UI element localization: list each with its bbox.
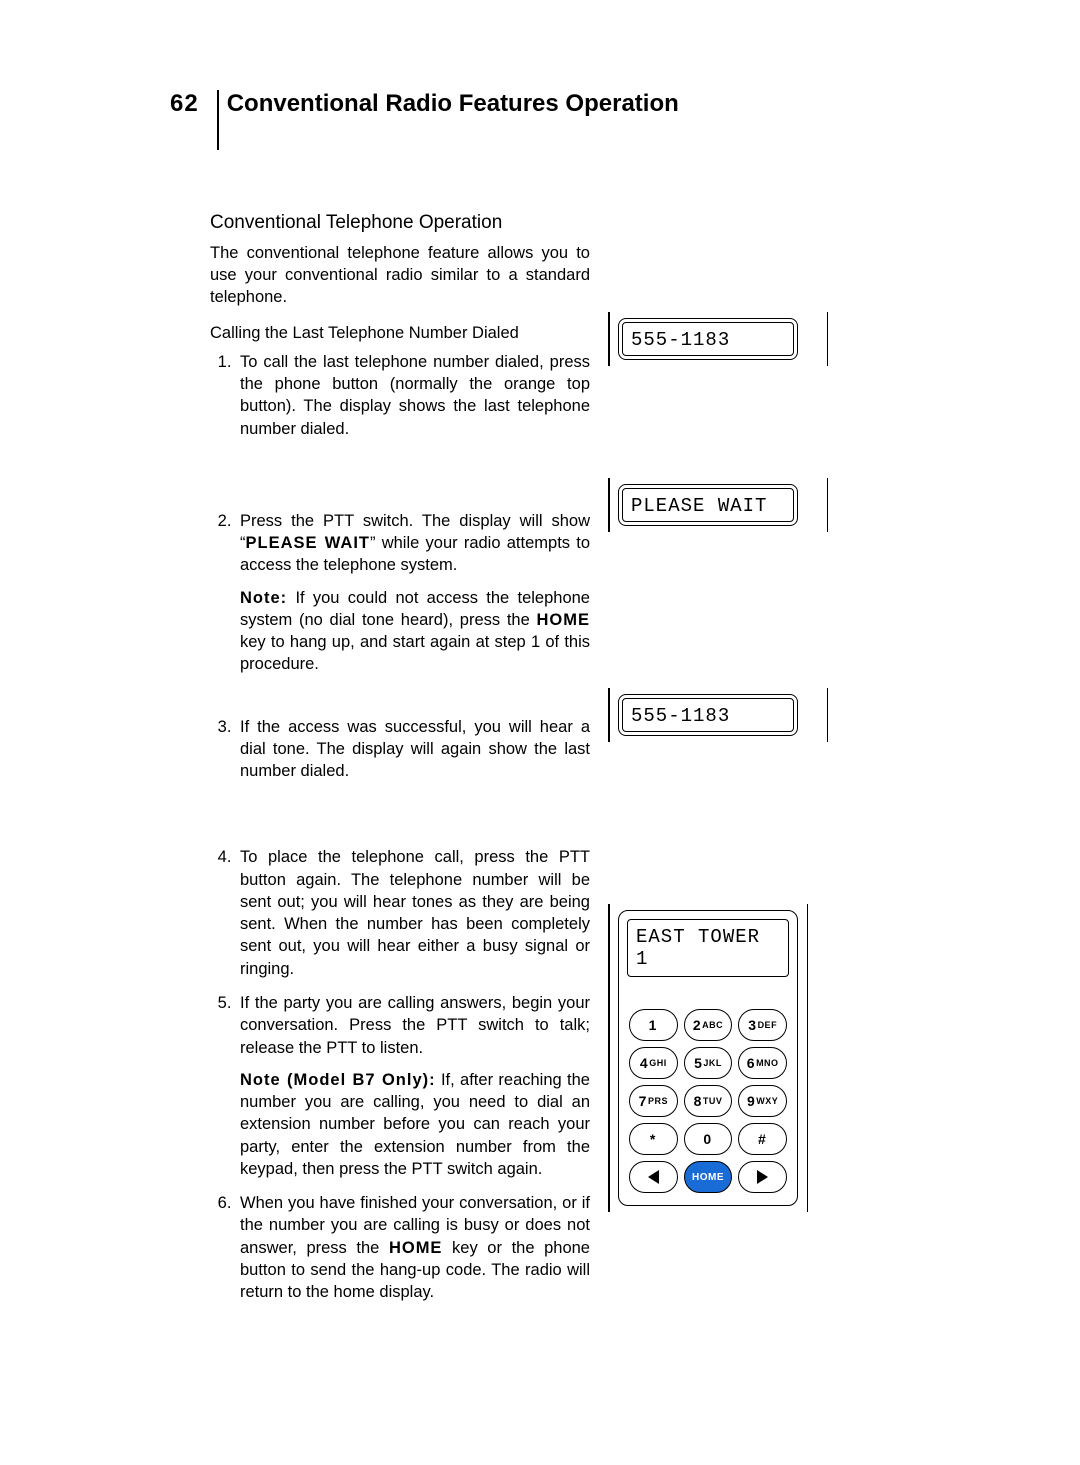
keypad-home-button[interactable]: HOME — [684, 1161, 733, 1193]
keypad-left-arrow[interactable] — [629, 1161, 678, 1193]
subheading: Calling the Last Telephone Number Dialed — [210, 322, 590, 344]
keypad-key-1[interactable]: 1 — [629, 1009, 678, 1041]
bold-text: HOME — [537, 611, 591, 629]
step-text: To call the last telephone number dialed… — [240, 353, 590, 438]
keypad-right-arrow[interactable] — [738, 1161, 787, 1193]
lcd-text: 555-1183 — [622, 698, 794, 732]
note-label: Note: — [240, 589, 287, 607]
keypad-key-4[interactable]: 4GHI — [629, 1047, 678, 1079]
bold-text: HOME — [389, 1239, 443, 1257]
keypad-key-3[interactable]: 3DEF — [738, 1009, 787, 1041]
figure-column: 555-1183 PLEASE WAIT 555-1183 EAST TOWER… — [618, 210, 818, 1315]
page-body: Conventional Telephone Operation The con… — [210, 210, 930, 1315]
lcd-text: 555-1183 — [622, 322, 794, 356]
lcd-display-3: 555-1183 — [618, 694, 818, 736]
section-title: Conventional Telephone Operation — [210, 210, 590, 236]
step-text: If the party you are calling answers, be… — [240, 994, 590, 1057]
step-3: If the access was successful, you will h… — [236, 716, 590, 783]
keypad-key-5[interactable]: 5JKL — [684, 1047, 733, 1079]
keypad-key-*[interactable]: * — [629, 1123, 678, 1155]
step-5: If the party you are calling answers, be… — [236, 992, 590, 1180]
lcd-display-2: PLEASE WAIT — [618, 484, 818, 526]
keypad-key-8[interactable]: 8TUV — [684, 1085, 733, 1117]
step-6: When you have finished your conversation… — [236, 1192, 590, 1303]
intro-paragraph: The conventional telephone feature allow… — [210, 242, 590, 309]
lcd-display-1: 555-1183 — [618, 318, 818, 360]
note-block: Note: If you could not access the teleph… — [240, 587, 590, 676]
keypad-grid: 12ABC3DEF 4GHI5JKL6MNO 7PRS8TUV9WXY *0#HOME — [623, 1003, 793, 1201]
bold-text: PLEASE WAIT — [246, 534, 370, 552]
text-column: Conventional Telephone Operation The con… — [210, 210, 590, 1315]
header-divider — [217, 90, 219, 150]
keypad-key-2[interactable]: 2ABC — [684, 1009, 733, 1041]
step-list: To call the last telephone number dialed… — [210, 351, 590, 1304]
step-4: To place the telephone call, press the P… — [236, 846, 590, 980]
keypad-key-6[interactable]: 6MNO — [738, 1047, 787, 1079]
note-block: Note (Model B7 Only): If, after reaching… — [240, 1069, 590, 1180]
step-text: To place the telephone call, press the P… — [240, 848, 590, 977]
keypad-key-#[interactable]: # — [738, 1123, 787, 1155]
page-number: 62 — [170, 90, 209, 118]
step-2: Press the PTT switch. The display will s… — [236, 510, 590, 676]
radio-keypad: EAST TOWER 1 12ABC3DEF 4GHI5JKL6MNO 7PRS8T… — [618, 910, 798, 1206]
step-text: If the access was successful, you will h… — [240, 718, 590, 781]
chapter-title: Conventional Radio Features Operation — [227, 90, 679, 118]
keypad-key-0[interactable]: 0 — [684, 1123, 733, 1155]
page-header: 62 Conventional Radio Features Operation — [170, 90, 930, 150]
manual-page: 62 Conventional Radio Features Operation… — [0, 0, 1080, 1465]
lcd-text: PLEASE WAIT — [622, 488, 794, 522]
keypad-lcd: EAST TOWER 1 — [627, 919, 789, 977]
arrow-right-icon — [757, 1170, 768, 1184]
note-text: key to hang up, and start again at step … — [240, 633, 590, 673]
keypad-key-7[interactable]: 7PRS — [629, 1085, 678, 1117]
arrow-left-icon — [648, 1170, 659, 1184]
note-label: Note (Model B7 Only): — [240, 1071, 436, 1089]
keypad-key-9[interactable]: 9WXY — [738, 1085, 787, 1117]
step-1: To call the last telephone number dialed… — [236, 351, 590, 440]
